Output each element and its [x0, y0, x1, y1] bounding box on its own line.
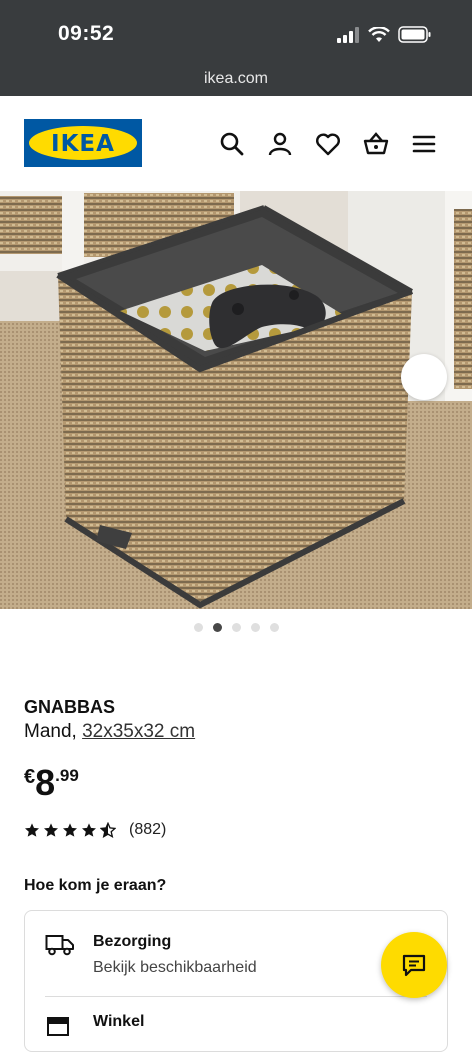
signal-icon — [337, 26, 359, 43]
product-description: Mand, 32x35x32 cm — [24, 721, 195, 743]
battery-icon — [398, 26, 431, 43]
star-icon — [44, 823, 58, 837]
rating-count: (882) — [129, 821, 167, 838]
image-action-button[interactable] — [401, 354, 447, 400]
divider — [45, 996, 427, 997]
star-icon — [63, 823, 77, 837]
menu-icon[interactable] — [411, 131, 437, 157]
product-price: €8.99 — [24, 762, 79, 804]
carousel-dot[interactable] — [193, 623, 203, 632]
clock: 09:52 — [58, 22, 115, 45]
delivery-subtitle[interactable]: Bekijk beschikbaarheid — [93, 959, 257, 977]
rating-stars — [24, 822, 116, 838]
price-integer: 8 — [35, 762, 56, 803]
product-size-link[interactable]: 32x35x32 cm — [82, 721, 195, 742]
store-icon — [47, 1017, 69, 1036]
star-icon — [25, 823, 39, 837]
carousel-dot[interactable] — [250, 623, 260, 632]
search-icon[interactable] — [219, 131, 245, 157]
availability-heading: Hoe kom je eraan? — [24, 877, 167, 894]
store-title[interactable]: Winkel — [93, 1013, 144, 1031]
carousel-dot-active[interactable] — [212, 623, 222, 632]
chat-icon — [402, 954, 426, 977]
half-star-icon — [100, 822, 116, 838]
account-icon[interactable] — [267, 131, 293, 157]
logo-text: IKEA — [51, 131, 115, 157]
url-bar[interactable]: ikea.com — [0, 70, 472, 88]
price-decimal: .99 — [55, 766, 79, 785]
heart-icon[interactable] — [315, 131, 341, 157]
carousel-dot[interactable] — [269, 623, 279, 632]
status-bar: 09:52 ikea.com — [0, 0, 472, 96]
site-header: IKEA — [0, 96, 472, 191]
star-icon — [82, 823, 96, 837]
carousel-dots — [0, 623, 472, 632]
product-type: Mand, — [24, 721, 77, 742]
delivery-title[interactable]: Bezorging — [93, 933, 171, 951]
carousel-dot[interactable] — [231, 623, 241, 632]
ikea-logo[interactable]: IKEA — [24, 119, 142, 167]
system-icons — [336, 26, 432, 43]
basket-icon[interactable] — [363, 131, 389, 157]
price-currency: € — [24, 766, 36, 788]
product-name: GNABBAS — [24, 697, 116, 717]
product-rating[interactable]: (882) — [24, 821, 166, 839]
basket-photo — [0, 191, 472, 609]
wifi-icon — [368, 26, 390, 42]
chat-button[interactable] — [381, 932, 447, 998]
product-image[interactable] — [0, 191, 472, 609]
truck-icon — [45, 935, 74, 956]
